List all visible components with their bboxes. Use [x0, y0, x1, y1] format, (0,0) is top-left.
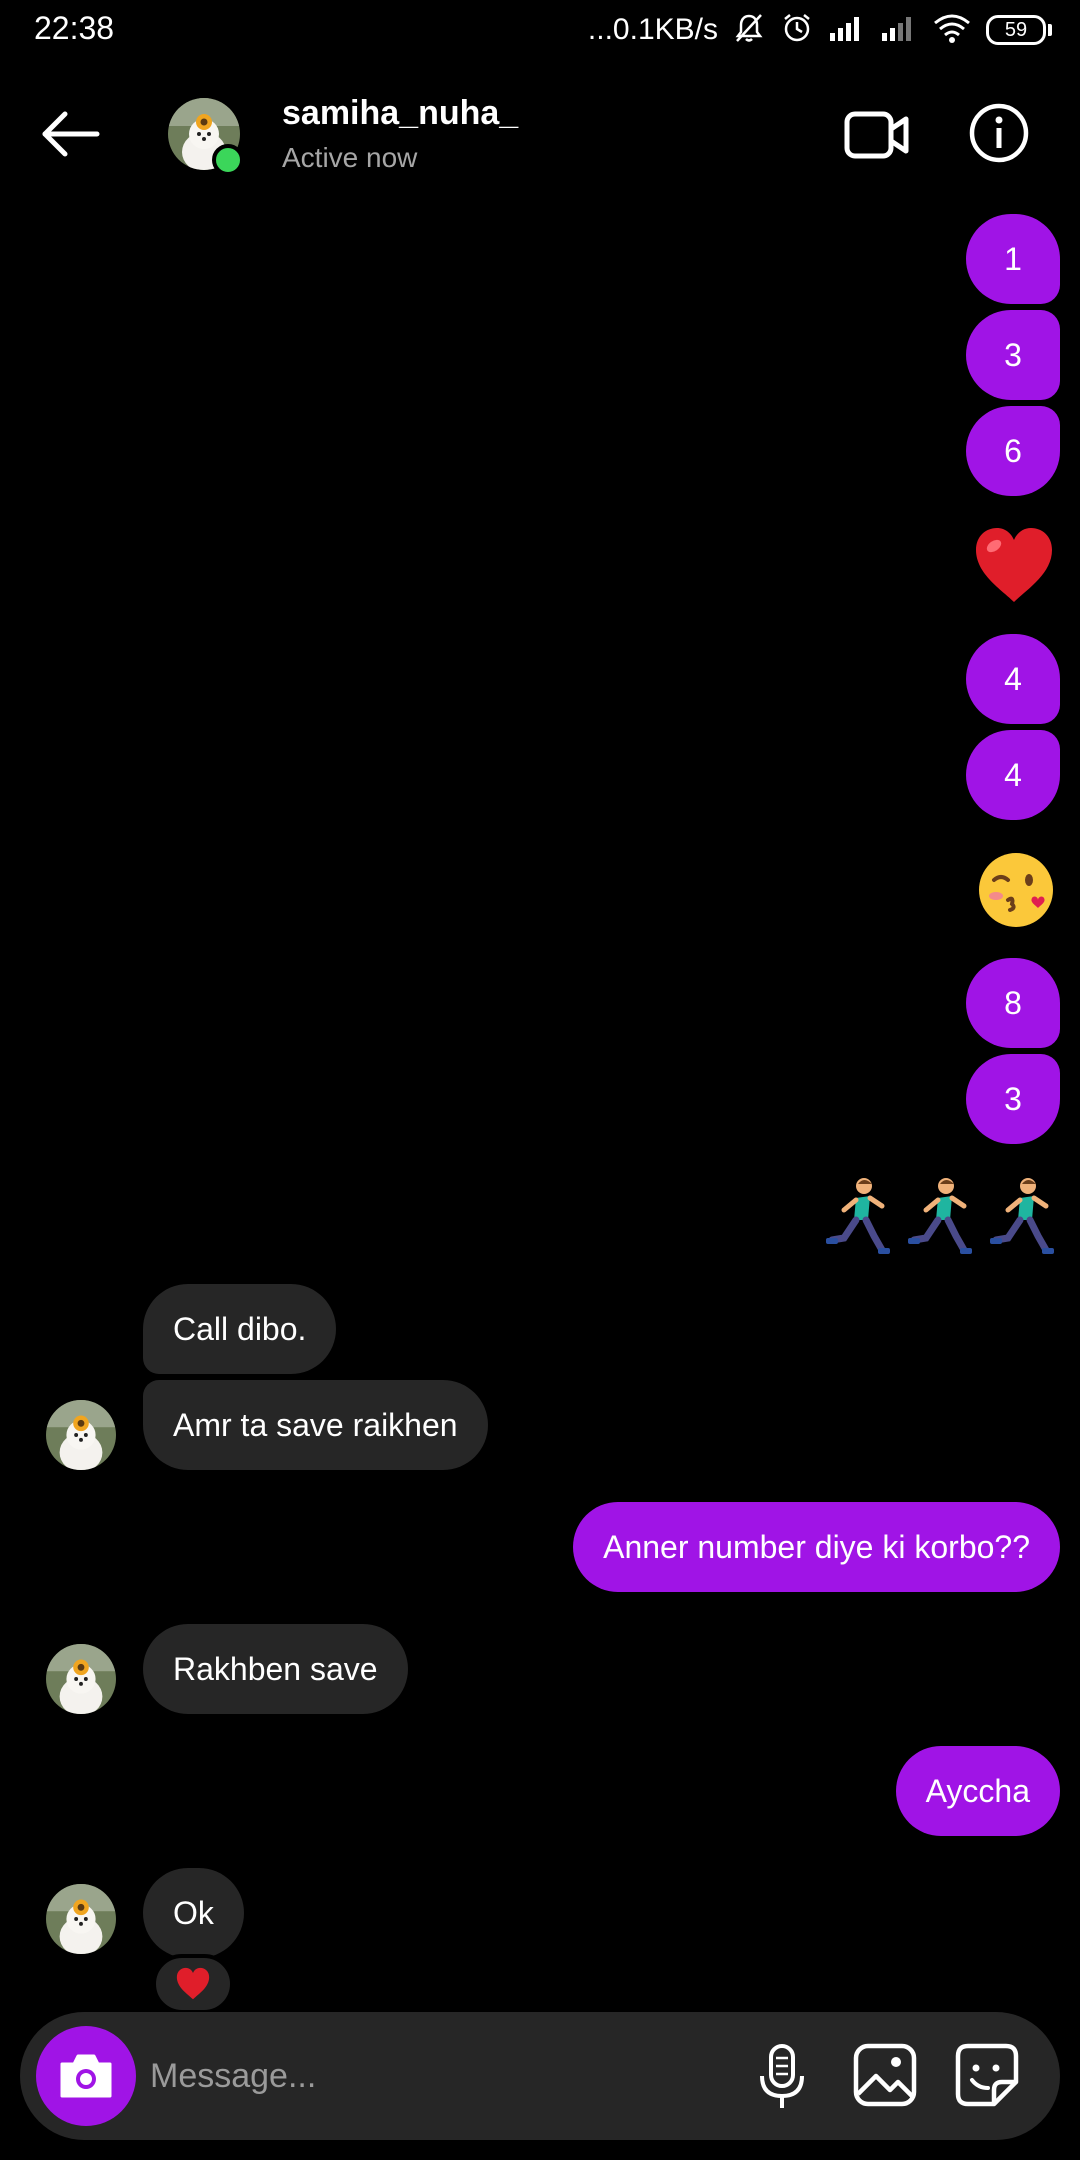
- incoming-message[interactable]: Rakhben save: [143, 1624, 408, 1714]
- message-composer: [20, 2012, 1060, 2140]
- camera-icon: [60, 2054, 112, 2098]
- incoming-message[interactable]: Amr ta save raikhen: [143, 1380, 488, 1470]
- status-bar: 22:38 ...0.1KB/s 59: [0, 0, 1080, 64]
- outgoing-message[interactable]: 4: [966, 634, 1060, 724]
- heart-emoji: [176, 1967, 210, 2000]
- video-call-button[interactable]: [844, 110, 910, 160]
- outgoing-message[interactable]: 4: [966, 730, 1060, 820]
- microphone-icon: [760, 2044, 804, 2108]
- chat-screen: 22:38 ...0.1KB/s 59 samiha_nuha_ Active …: [0, 0, 1080, 2160]
- heart-reaction[interactable]: [152, 1954, 234, 2014]
- avatar[interactable]: [46, 1644, 116, 1714]
- runner-emojis[interactable]: [824, 1176, 1060, 1256]
- kiss-emoji[interactable]: [976, 850, 1056, 930]
- wifi-icon: [932, 12, 972, 49]
- battery-icon: 59: [986, 15, 1052, 45]
- back-button[interactable]: [38, 106, 104, 162]
- camera-button[interactable]: [36, 2026, 136, 2126]
- message-input[interactable]: [150, 2036, 730, 2116]
- online-indicator: [212, 144, 244, 176]
- outgoing-message[interactable]: 3: [966, 310, 1060, 400]
- heart-emoji[interactable]: [972, 526, 1056, 606]
- outgoing-message[interactable]: Ayccha: [895, 1746, 1060, 1836]
- sticker-button[interactable]: [954, 2042, 1020, 2108]
- incoming-message[interactable]: Call dibo.: [143, 1284, 337, 1374]
- runner-emoji: [908, 1178, 972, 1254]
- outgoing-message[interactable]: 1: [966, 214, 1060, 304]
- status-icons: ...0.1KB/s 59: [588, 10, 1052, 50]
- network-speed: ...0.1KB/s: [587, 13, 718, 46]
- alarm-icon: [780, 11, 814, 50]
- gallery-button[interactable]: [852, 2042, 918, 2108]
- back-arrow-icon: [42, 111, 100, 157]
- outgoing-message[interactable]: Anner number diye ki korbo??: [573, 1502, 1060, 1592]
- username[interactable]: samiha_nuha_: [282, 94, 518, 133]
- incoming-message[interactable]: Ok: [143, 1868, 244, 1958]
- outgoing-message[interactable]: 3: [966, 1054, 1060, 1144]
- status-time: 22:38: [34, 10, 115, 46]
- outgoing-message[interactable]: 6: [966, 406, 1060, 496]
- runner-emoji: [990, 1178, 1054, 1254]
- chat-header: samiha_nuha_ Active now: [0, 64, 1080, 214]
- outgoing-message[interactable]: 8: [966, 958, 1060, 1048]
- signal-icon-2: [880, 13, 918, 48]
- active-status: Active now: [282, 142, 418, 173]
- gallery-icon: [853, 2043, 917, 2107]
- info-button[interactable]: [968, 102, 1030, 164]
- video-call-icon: [844, 111, 909, 159]
- mute-bell-icon: [732, 11, 766, 50]
- microphone-button[interactable]: [752, 2042, 812, 2112]
- sticker-icon: [955, 2043, 1019, 2107]
- avatar[interactable]: [46, 1400, 116, 1470]
- runner-emoji: [826, 1178, 890, 1254]
- avatar[interactable]: [46, 1884, 116, 1954]
- signal-icon: [828, 13, 866, 48]
- battery-level: 59: [986, 15, 1046, 45]
- info-icon: [969, 103, 1029, 163]
- message-thread: 1 3 6 4 4 8 3 Call dibo. Amr ta save rai…: [0, 214, 1080, 2014]
